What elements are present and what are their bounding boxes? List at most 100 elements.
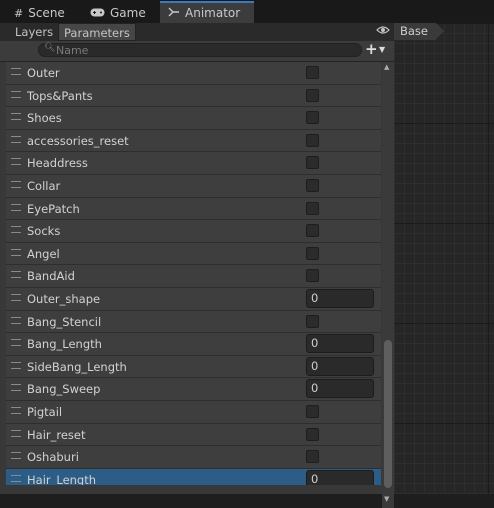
parameter-row[interactable]: Bang_Stencil — [6, 310, 381, 334]
drag-handle-icon[interactable] — [11, 271, 21, 279]
drag-handle-icon[interactable] — [11, 339, 21, 347]
parameter-name: Hair_Length — [27, 472, 97, 485]
parameter-name: Outer_shape — [27, 291, 101, 306]
scrollbar[interactable]: ▲ ▼ — [382, 62, 394, 508]
parameter-checkbox[interactable] — [306, 404, 319, 418]
drag-handle-icon[interactable] — [11, 361, 21, 369]
parameter-name: Collar — [27, 178, 61, 193]
tab-parameters[interactable]: Parameters — [58, 23, 136, 41]
drag-handle-icon[interactable] — [11, 135, 21, 143]
scroll-up-icon[interactable]: ▲ — [384, 63, 389, 71]
parameter-name: Oshaburi — [27, 450, 79, 465]
tab-layers[interactable]: Layers — [10, 23, 58, 41]
parameter-name: SideBang_Length — [27, 359, 127, 374]
breadcrumb[interactable]: Base — [394, 23, 445, 40]
search-input[interactable] — [56, 44, 346, 56]
drag-handle-icon[interactable] — [11, 293, 21, 301]
search-row: 🔍︎ + ▼ — [0, 40, 394, 62]
parameter-checkbox[interactable] — [306, 269, 319, 283]
parameter-value-field[interactable]: 0 — [306, 288, 374, 308]
parameter-name: accessories_reset — [27, 133, 129, 148]
tab-game[interactable]: Game — [90, 3, 146, 23]
drag-handle-icon[interactable] — [11, 248, 21, 256]
parameter-row[interactable]: SideBang_Length 0 — [6, 355, 381, 379]
parameter-checkbox[interactable] — [306, 201, 319, 215]
drag-handle-icon[interactable] — [11, 113, 21, 121]
parameter-checkbox[interactable] — [306, 178, 319, 192]
window-tab-bar: # Scene Game Animator — [0, 0, 494, 24]
parameter-name: Tops&Pants — [27, 88, 93, 103]
tab-game-label: Game — [110, 6, 146, 20]
parameter-row[interactable]: Collar — [6, 174, 381, 198]
parameter-value-field[interactable]: 0 — [306, 469, 374, 485]
parameter-row[interactable]: Hair_Length 0 — [6, 468, 381, 485]
parameter-row[interactable]: Bang_Length 0 — [6, 333, 381, 356]
parameter-name: Bang_Stencil — [27, 314, 102, 329]
parameter-value-field[interactable]: 0 — [306, 379, 374, 399]
parameter-checkbox[interactable] — [306, 224, 319, 238]
parameter-row[interactable]: Pigtail — [6, 400, 381, 424]
parameter-row[interactable]: Shoes — [6, 107, 381, 130]
drag-handle-icon[interactable] — [11, 429, 21, 437]
drag-handle-icon[interactable] — [11, 384, 21, 392]
parameter-row[interactable]: accessories_reset — [6, 129, 381, 153]
parameter-checkbox[interactable] — [306, 246, 319, 260]
parameter-checkbox[interactable] — [306, 427, 319, 441]
search-field[interactable]: 🔍︎ — [38, 43, 362, 57]
parameter-name: Bang_Length — [27, 337, 102, 352]
parameter-checkbox[interactable] — [306, 88, 319, 102]
parameter-checkbox[interactable] — [306, 133, 319, 147]
parameter-row[interactable]: Oshaburi — [6, 446, 381, 469]
scrollbar-thumb[interactable] — [384, 340, 392, 488]
parameter-row[interactable]: Socks — [6, 220, 381, 243]
add-parameter-button[interactable]: + ▼ — [364, 40, 392, 59]
search-icon: 🔍︎ — [44, 43, 56, 53]
drag-handle-icon[interactable] — [11, 452, 21, 460]
chevron-down-icon: ▼ — [379, 45, 386, 54]
drag-handle-icon[interactable] — [11, 180, 21, 188]
drag-handle-icon[interactable] — [11, 68, 21, 75]
parameter-name: Angel — [27, 246, 60, 261]
drag-handle-icon[interactable] — [11, 226, 21, 234]
scroll-down-icon[interactable]: ▼ — [384, 495, 389, 503]
parameter-row[interactable]: EyePatch — [6, 197, 381, 221]
parameter-row[interactable]: Bang_Sweep 0 — [6, 378, 381, 401]
parameter-name: BandAid — [27, 269, 75, 284]
drag-handle-icon[interactable] — [11, 406, 21, 414]
eye-icon[interactable] — [376, 24, 390, 38]
parameter-name: Hair_reset — [27, 427, 86, 442]
parameter-name: Outer — [27, 66, 60, 80]
grid-icon: # — [14, 6, 24, 20]
parameter-row[interactable]: Outer_shape 0 — [6, 287, 381, 311]
parameters-panel: Layers Parameters 🔍︎ + ▼ Outer Tops&Pants… — [0, 23, 394, 508]
parameter-checkbox[interactable] — [306, 156, 319, 170]
parameter-checkbox[interactable] — [306, 314, 319, 328]
parameter-value-field[interactable]: 0 — [306, 356, 374, 376]
animator-graph-canvas[interactable]: Base — [394, 23, 494, 494]
animator-icon — [168, 7, 180, 20]
tab-scene[interactable]: # Scene — [14, 3, 65, 23]
plus-icon: + — [365, 40, 378, 58]
parameter-checkbox[interactable] — [306, 111, 319, 125]
parameter-row[interactable]: Angel — [6, 242, 381, 266]
parameter-checkbox[interactable] — [306, 450, 319, 464]
drag-handle-icon[interactable] — [11, 474, 21, 482]
parameter-row[interactable]: Tops&Pants — [6, 84, 381, 108]
parameter-name: EyePatch — [27, 201, 80, 216]
parameter-name: Socks — [27, 224, 61, 239]
tab-animator[interactable]: Animator — [160, 1, 255, 23]
parameter-checkbox[interactable] — [306, 66, 319, 79]
drag-handle-icon[interactable] — [11, 90, 21, 98]
parameter-row[interactable]: BandAid — [6, 265, 381, 288]
drag-handle-icon[interactable] — [11, 316, 21, 324]
tab-scene-label: Scene — [28, 6, 65, 20]
parameter-row[interactable]: Hair_reset — [6, 423, 381, 447]
parameter-value-field[interactable]: 0 — [306, 334, 374, 354]
drag-handle-icon[interactable] — [11, 158, 21, 166]
drag-handle-icon[interactable] — [11, 203, 21, 211]
parameter-name: Bang_Sweep — [27, 382, 101, 397]
parameter-list: Outer Tops&Pants Shoes accessories_reset Hea… — [6, 62, 381, 485]
tab-animator-label: Animator — [185, 6, 241, 20]
parameter-row[interactable]: Outer — [6, 62, 381, 85]
parameter-row[interactable]: Headdress — [6, 152, 381, 175]
